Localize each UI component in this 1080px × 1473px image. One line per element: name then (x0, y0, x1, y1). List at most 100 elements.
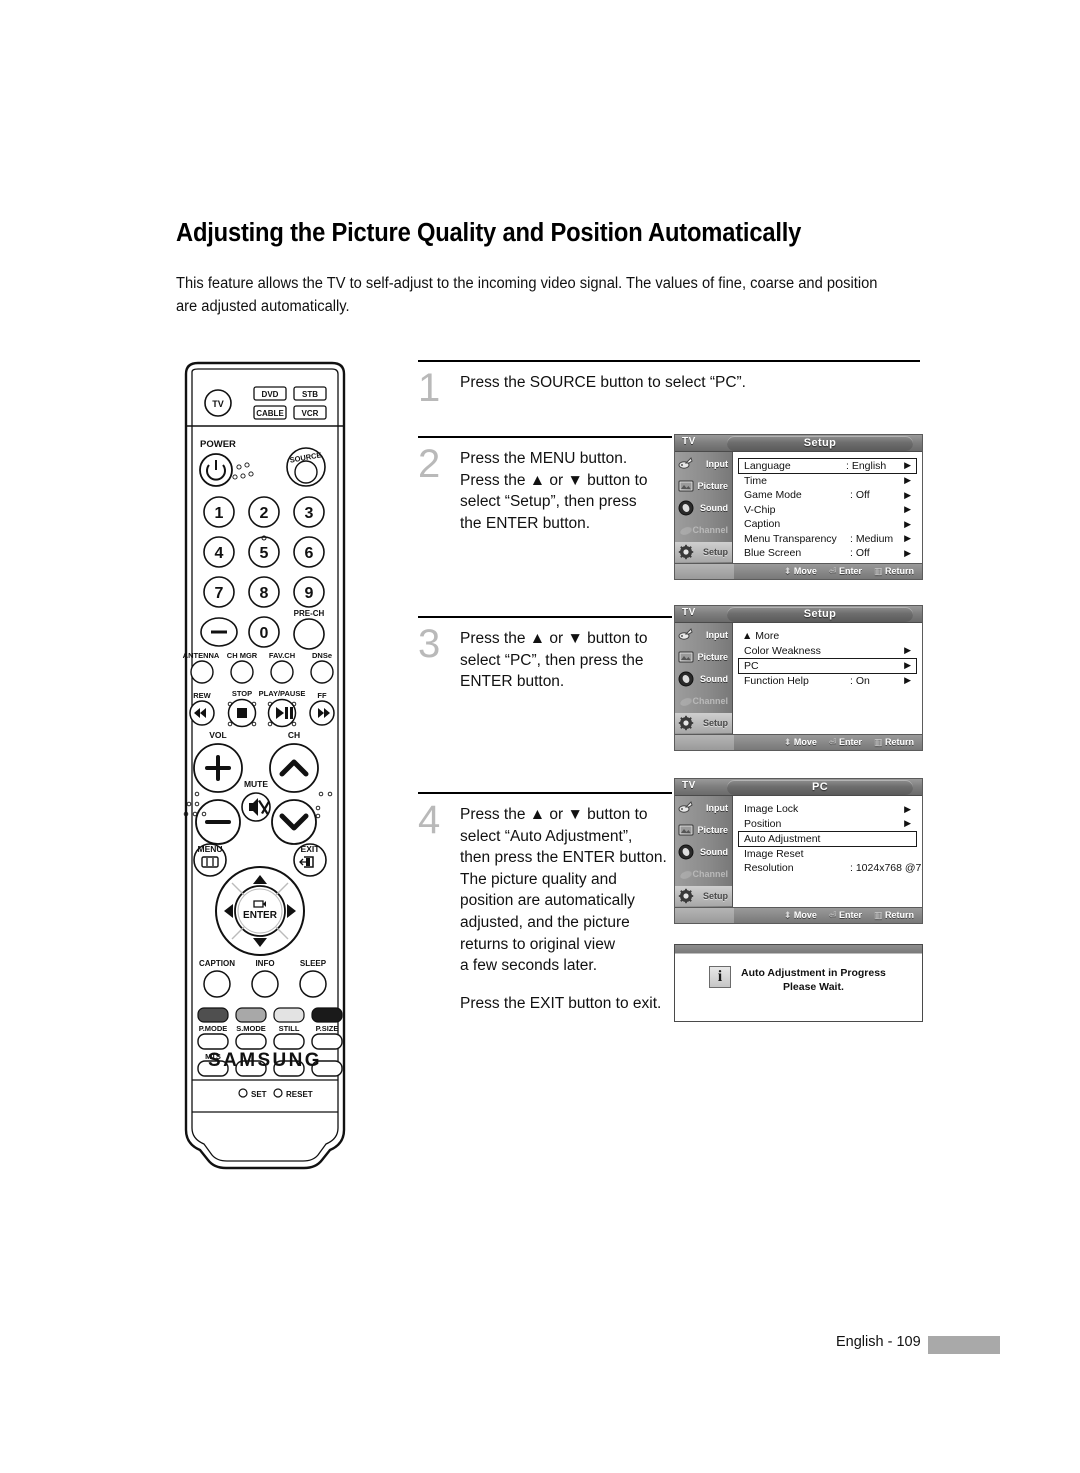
step-4-line-1: Press the ▲ or ▼ button to (460, 806, 648, 823)
step-2-line-2: Press the ▲ or ▼ button to (460, 471, 648, 489)
osd-sidebar-label: Sound (700, 847, 728, 857)
picture-icon (678, 649, 694, 665)
remote-control-illustration: TV DVD STB CABLE VCR POWER SOURCE 123 45… (170, 360, 360, 1180)
osd-menu-item-label: Blue Screen (744, 547, 802, 560)
osd-sidebar-footer-strip (675, 734, 734, 750)
osd-sidebar-item-channel[interactable]: Channel (675, 520, 732, 540)
step-2-line-3: select “Setup”, then press (460, 493, 637, 511)
osd-sidebar-item-setup[interactable]: Setup (675, 542, 732, 562)
chevron-right-icon: ▶ (904, 533, 911, 544)
osd-sidebar-item-channel[interactable]: Channel (675, 864, 732, 884)
osd-menu-list: ▲ More Color Weakness ▶ PC ▶ Function Help: O… (734, 623, 922, 750)
osd-menu-item-label: ▲ More (742, 630, 780, 643)
osd-sidebar-item-sound[interactable]: Sound (675, 498, 732, 518)
osd-menu-item-value: : Off (850, 547, 870, 560)
picture-icon (678, 478, 694, 494)
osd-menu-item[interactable]: Game Mode: Off ▶ (740, 488, 916, 503)
osd-sidebar-item-setup[interactable]: Setup (675, 886, 732, 906)
svg-text:PLAY/PAUSE: PLAY/PAUSE (259, 689, 306, 698)
osd-titlebar: TV Setup (675, 435, 922, 452)
step-2-line-1: Press the MENU button. (460, 450, 628, 467)
osd-menu-item[interactable]: ▲ More (740, 629, 916, 644)
sound-icon (678, 671, 694, 687)
chevron-right-icon: ▶ (904, 660, 911, 671)
svg-text:6: 6 (305, 545, 314, 562)
osd-menu-item-value: : 1024x768 @75Hz (850, 862, 922, 875)
return-key-icon: ▥ (873, 566, 883, 576)
osd-title: Setup (803, 437, 837, 449)
setup-icon (678, 888, 694, 904)
osd-sidebar-label: Setup (702, 891, 728, 901)
osd-sidebar-label: Channel (692, 696, 728, 706)
osd-menu-item[interactable]: Function Help: On ▶ (740, 674, 916, 689)
osd-menu-item[interactable]: Resolution: 1024x768 @75Hz (740, 861, 922, 876)
input-icon (678, 456, 694, 472)
svg-text:5: 5 (260, 545, 269, 562)
osd-sidebar-item-sound[interactable]: Sound (675, 669, 732, 689)
osd-sidebar-item-input[interactable]: Input (675, 454, 732, 474)
osd-menu-item[interactable]: PC ▶ (738, 658, 917, 674)
osd-sidebar-item-picture[interactable]: Picture (675, 647, 732, 667)
osd-menu-item[interactable]: V-Chip ▶ (740, 503, 916, 518)
osd-menu-item[interactable]: Position ▶ (740, 817, 916, 832)
osd-menu-item-value: : Medium (850, 532, 894, 545)
osd-sidebar-item-input[interactable]: Input (675, 625, 732, 645)
osd-sidebar-footer-strip (675, 907, 734, 923)
svg-text:REW: REW (193, 691, 211, 700)
osd-menu-item[interactable]: Image Lock ▶ (740, 802, 916, 817)
step-4-line-7: returns to original view (460, 935, 616, 953)
osd-title-pill: Setup (727, 607, 913, 622)
osd-menu-item[interactable]: Auto Adjustment (738, 831, 917, 847)
osd-title: Setup (803, 608, 837, 620)
svg-text:MUTE: MUTE (244, 779, 268, 789)
osd-menu-item-label: Game Mode (744, 489, 802, 502)
osd-sidebar: Input Picture Sound Channel Setup (675, 452, 733, 579)
osd-menu-item[interactable]: Image Reset (740, 847, 916, 862)
osd-sidebar-label: Picture (697, 652, 728, 662)
step-4-line-8: a few seconds later. (460, 957, 597, 975)
svg-text:4: 4 (215, 545, 224, 562)
svg-text:P.SIZE: P.SIZE (316, 1024, 339, 1033)
osd-menu-item-label: Function Help (744, 674, 809, 687)
osd-hint-return: ▥ Return (873, 737, 914, 747)
osd-sidebar-item-sound[interactable]: Sound (675, 842, 732, 862)
osd-menu-item[interactable]: Blue Screen: Off ▶ (740, 546, 916, 561)
step-4-line-3: then press the ENTER button. (460, 849, 667, 867)
step-text-1: Press the SOURCE button to select “PC”. (460, 374, 746, 391)
osd-menu-item-label: Image Reset (744, 847, 804, 860)
sound-icon (678, 500, 694, 516)
osd-menu-item[interactable]: Time ▶ (740, 474, 916, 489)
osd-sidebar-item-channel[interactable]: Channel (675, 691, 732, 711)
osd-sidebar-item-picture[interactable]: Picture (675, 820, 732, 840)
svg-text:POWER: POWER (200, 439, 236, 450)
step-3-line-3: ENTER button. (460, 673, 565, 691)
up-down-arrow-icon: ⬍ (783, 910, 792, 920)
setup-icon (678, 544, 694, 560)
osd-titlebar: TV PC (675, 779, 922, 796)
svg-text:PRE-CH: PRE-CH (294, 609, 325, 618)
osd-sidebar-label: Picture (697, 825, 728, 835)
osd-hint-bar: ⬍ Move ⏎ Enter ▥ Return (734, 734, 922, 750)
svg-text:RESET: RESET (286, 1090, 313, 1099)
osd-sidebar: Input Picture Sound Channel Setup (675, 623, 733, 750)
osd-menu-item[interactable]: Color Weakness ▶ (740, 644, 916, 659)
svg-text:9: 9 (305, 585, 314, 602)
osd-source-label: TV (682, 607, 696, 618)
svg-text:ANTENNA: ANTENNA (183, 651, 220, 660)
osd-sidebar-item-picture[interactable]: Picture (675, 476, 732, 496)
osd-menu-item[interactable]: Caption ▶ (740, 517, 916, 532)
information-icon: i (709, 966, 731, 988)
setup-icon (678, 715, 694, 731)
svg-text:STILL: STILL (279, 1024, 300, 1033)
page-title: Adjusting the Picture Quality and Positi… (176, 219, 802, 247)
osd-menu-item[interactable]: Menu Transparency: Medium ▶ (740, 532, 916, 547)
osd-menu-item[interactable]: Language: English ▶ (738, 458, 917, 474)
chevron-right-icon: ▶ (904, 460, 911, 471)
step-4-line-9: Press the EXIT button to exit. (460, 994, 662, 1012)
osd-sidebar-item-setup[interactable]: Setup (675, 713, 732, 733)
osd-hint-return: ▥ Return (873, 566, 914, 576)
osd-sidebar-label: Input (706, 459, 728, 469)
osd-menu-item-label: Auto Adjustment (744, 832, 821, 845)
osd-sidebar-item-input[interactable]: Input (675, 798, 732, 818)
osd-titlebar: TV Setup (675, 606, 922, 623)
